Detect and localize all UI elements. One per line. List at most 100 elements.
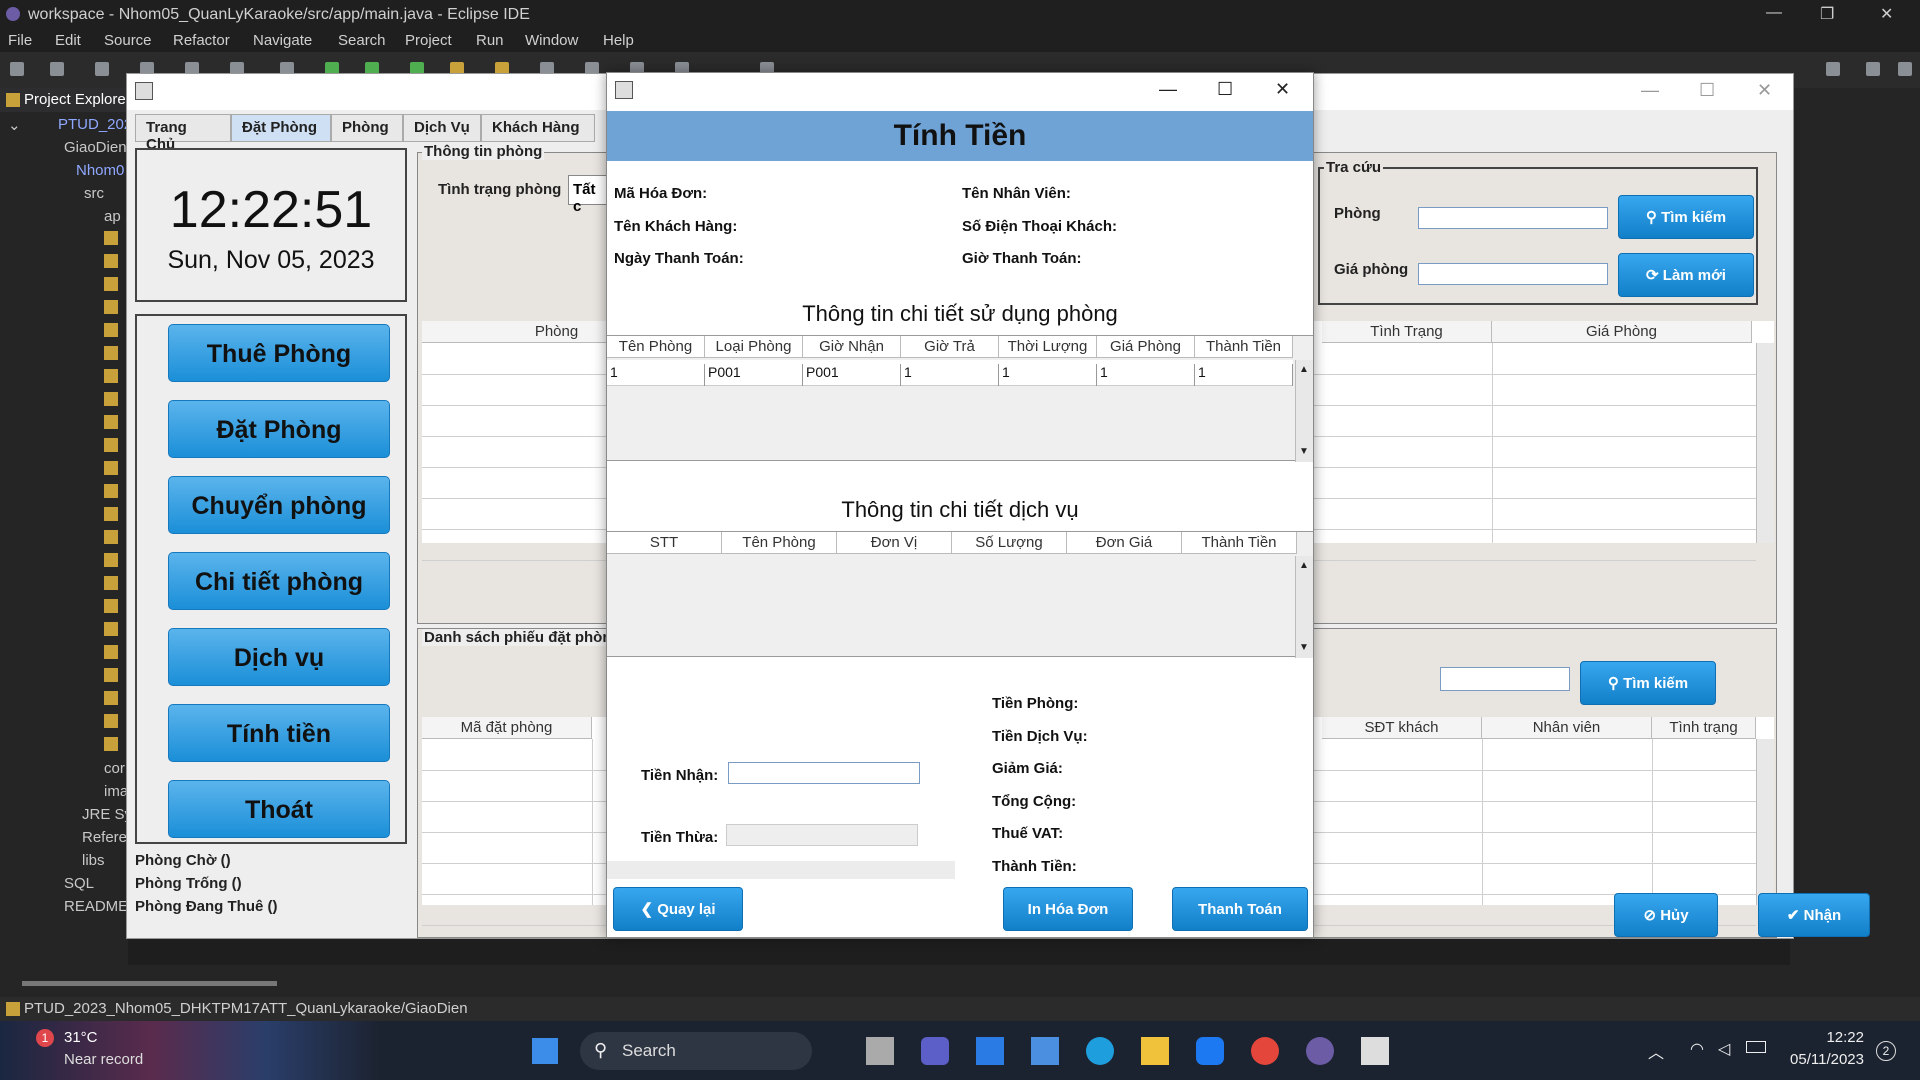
menu-run[interactable]: Run <box>476 32 504 49</box>
java-file-icon[interactable] <box>104 530 118 544</box>
refresh-button[interactable]: ⟳ Làm mới <box>1618 253 1754 297</box>
java-file-icon[interactable] <box>104 231 118 245</box>
java-file-icon[interactable] <box>104 599 118 613</box>
room-detail-cell[interactable]: 1 <box>1002 364 1097 386</box>
menu-window[interactable]: Window <box>525 32 578 49</box>
tree-item[interactable]: libs <box>82 852 105 869</box>
close-icon[interactable]: ✕ <box>1880 4 1893 24</box>
java-file-icon[interactable] <box>104 369 118 383</box>
room-detail-cell[interactable]: 1 <box>610 364 705 386</box>
tree-item[interactable]: cor <box>104 760 125 777</box>
java-file-icon[interactable] <box>104 392 118 406</box>
tree-item[interactable]: ima <box>104 783 128 800</box>
save-icon[interactable] <box>50 62 64 76</box>
java-file-icon[interactable] <box>104 507 118 521</box>
dialog-maximize-icon[interactable]: ☐ <box>1217 79 1233 100</box>
scroll-down-icon[interactable]: ▼ <box>1299 446 1309 457</box>
menu-source[interactable]: Source <box>104 32 152 49</box>
room-grid-scrollbar[interactable] <box>1756 343 1774 543</box>
room-detail-cell[interactable]: P001 <box>806 364 901 386</box>
tree-item[interactable]: Nhom0 <box>76 162 124 179</box>
tree-arrow-icon[interactable]: ⌄ <box>8 116 21 134</box>
room-detail-cell[interactable]: 1 <box>1198 364 1293 386</box>
tree-item[interactable]: GiaoDien <box>64 139 127 156</box>
tab-room[interactable]: Phòng <box>331 114 403 142</box>
windows-start-icon[interactable] <box>532 1038 558 1064</box>
java-file-icon[interactable] <box>104 691 118 705</box>
book-room-button[interactable]: Đặt Phòng <box>168 400 390 458</box>
eclipse-taskbar-icon[interactable] <box>1306 1037 1334 1065</box>
java-file-icon[interactable] <box>104 668 118 682</box>
java-file-icon[interactable] <box>104 323 118 337</box>
menu-search[interactable]: Search <box>338 32 386 49</box>
edge-icon[interactable] <box>1086 1037 1114 1065</box>
app-maximize-icon[interactable]: ☐ <box>1699 80 1715 101</box>
scroll-up-icon[interactable]: ▲ <box>1299 560 1309 571</box>
room-detail-button[interactable]: Chi tiết phòng <box>168 552 390 610</box>
java-perspective-icon[interactable] <box>1866 62 1880 76</box>
cancel-button[interactable]: ⊘ Hủy <box>1614 893 1718 937</box>
room-detail-cell[interactable]: 1 <box>1100 364 1195 386</box>
minimize-icon[interactable]: — <box>1766 4 1782 22</box>
tab-customer[interactable]: Khách Hàng <box>481 114 595 142</box>
menu-refactor[interactable]: Refactor <box>173 32 230 49</box>
pay-button[interactable]: Thanh Toán <box>1172 887 1308 931</box>
transfer-room-button[interactable]: Chuyển phòng <box>168 476 390 534</box>
lookup-price-input[interactable] <box>1418 263 1608 285</box>
chevron-up-icon[interactable]: ︿ <box>1648 1039 1664 1063</box>
tree-item[interactable]: PTUD_202 <box>58 116 128 133</box>
mail-icon[interactable] <box>976 1037 1004 1065</box>
rent-room-button[interactable]: Thuê Phòng <box>168 324 390 382</box>
exit-button[interactable]: Thoát <box>168 780 390 838</box>
java-file-icon[interactable] <box>104 438 118 452</box>
java-file-icon[interactable] <box>104 254 118 268</box>
menu-file[interactable]: File <box>8 32 32 49</box>
java-file-icon[interactable] <box>104 553 118 567</box>
tree-item[interactable]: Refere <box>82 829 127 846</box>
weather-status[interactable]: Near record <box>64 1051 143 1068</box>
new-icon[interactable] <box>10 62 24 76</box>
checkout-button[interactable]: Tính tiền <box>168 704 390 762</box>
dialog-minimize-icon[interactable]: — <box>1159 79 1177 100</box>
java-app-taskbar-icon[interactable] <box>1361 1037 1389 1065</box>
tree-item[interactable]: JRE Sy <box>82 806 128 823</box>
accept-button[interactable]: ✔ Nhận <box>1758 893 1870 937</box>
store-icon[interactable] <box>1031 1037 1059 1065</box>
room-detail-table[interactable]: Tên Phòng Loại Phòng Giờ Nhận Giờ Trả Thời L… <box>607 335 1313 462</box>
lookup-room-input[interactable] <box>1418 207 1608 229</box>
service-table-scrollbar[interactable]: ▲ ▼ <box>1295 556 1313 658</box>
battery-icon[interactable] <box>1746 1041 1766 1053</box>
java-file-icon[interactable] <box>104 714 118 728</box>
booking-search-input[interactable] <box>1440 667 1570 691</box>
room-detail-cell[interactable]: 1 <box>904 364 999 386</box>
file-explorer-icon[interactable] <box>1141 1037 1169 1065</box>
java-file-icon[interactable] <box>104 461 118 475</box>
search-icon[interactable] <box>1826 62 1840 76</box>
tree-item[interactable]: SQL <box>64 875 94 892</box>
app-minimize-icon[interactable]: — <box>1641 80 1659 101</box>
service-button[interactable]: Dịch vụ <box>168 628 390 686</box>
tab-service[interactable]: Dịch Vụ <box>403 114 481 142</box>
menu-project[interactable]: Project <box>405 32 452 49</box>
java-file-icon[interactable] <box>104 645 118 659</box>
debug-perspective-icon[interactable] <box>1898 62 1912 76</box>
teams-icon[interactable] <box>921 1037 949 1065</box>
menu-navigate[interactable]: Navigate <box>253 32 312 49</box>
java-file-icon[interactable] <box>104 346 118 360</box>
java-file-icon[interactable] <box>104 300 118 314</box>
java-file-icon[interactable] <box>104 277 118 291</box>
restore-icon[interactable]: ❐ <box>1820 4 1834 24</box>
volume-icon[interactable]: ◁ <box>1718 1039 1730 1059</box>
wifi-icon[interactable]: ◠ <box>1690 1039 1704 1059</box>
back-button[interactable]: ❮ Quay lại <box>613 887 743 931</box>
booking-search-button[interactable]: ⚲ Tìm kiếm <box>1580 661 1716 705</box>
room-detail-row[interactable]: 1 P001 P001 1 1 1 1 <box>607 360 1293 386</box>
zalo-icon[interactable] <box>1196 1037 1224 1065</box>
notification-badge[interactable]: 2 <box>1876 1041 1896 1061</box>
java-file-icon[interactable] <box>104 622 118 636</box>
room-table-scrollbar[interactable]: ▲ ▼ <box>1295 360 1313 462</box>
weather-temp[interactable]: 31°C <box>64 1029 98 1046</box>
tab-booking[interactable]: Đặt Phòng <box>231 114 331 142</box>
java-file-icon[interactable] <box>104 737 118 751</box>
menu-help[interactable]: Help <box>603 32 634 49</box>
